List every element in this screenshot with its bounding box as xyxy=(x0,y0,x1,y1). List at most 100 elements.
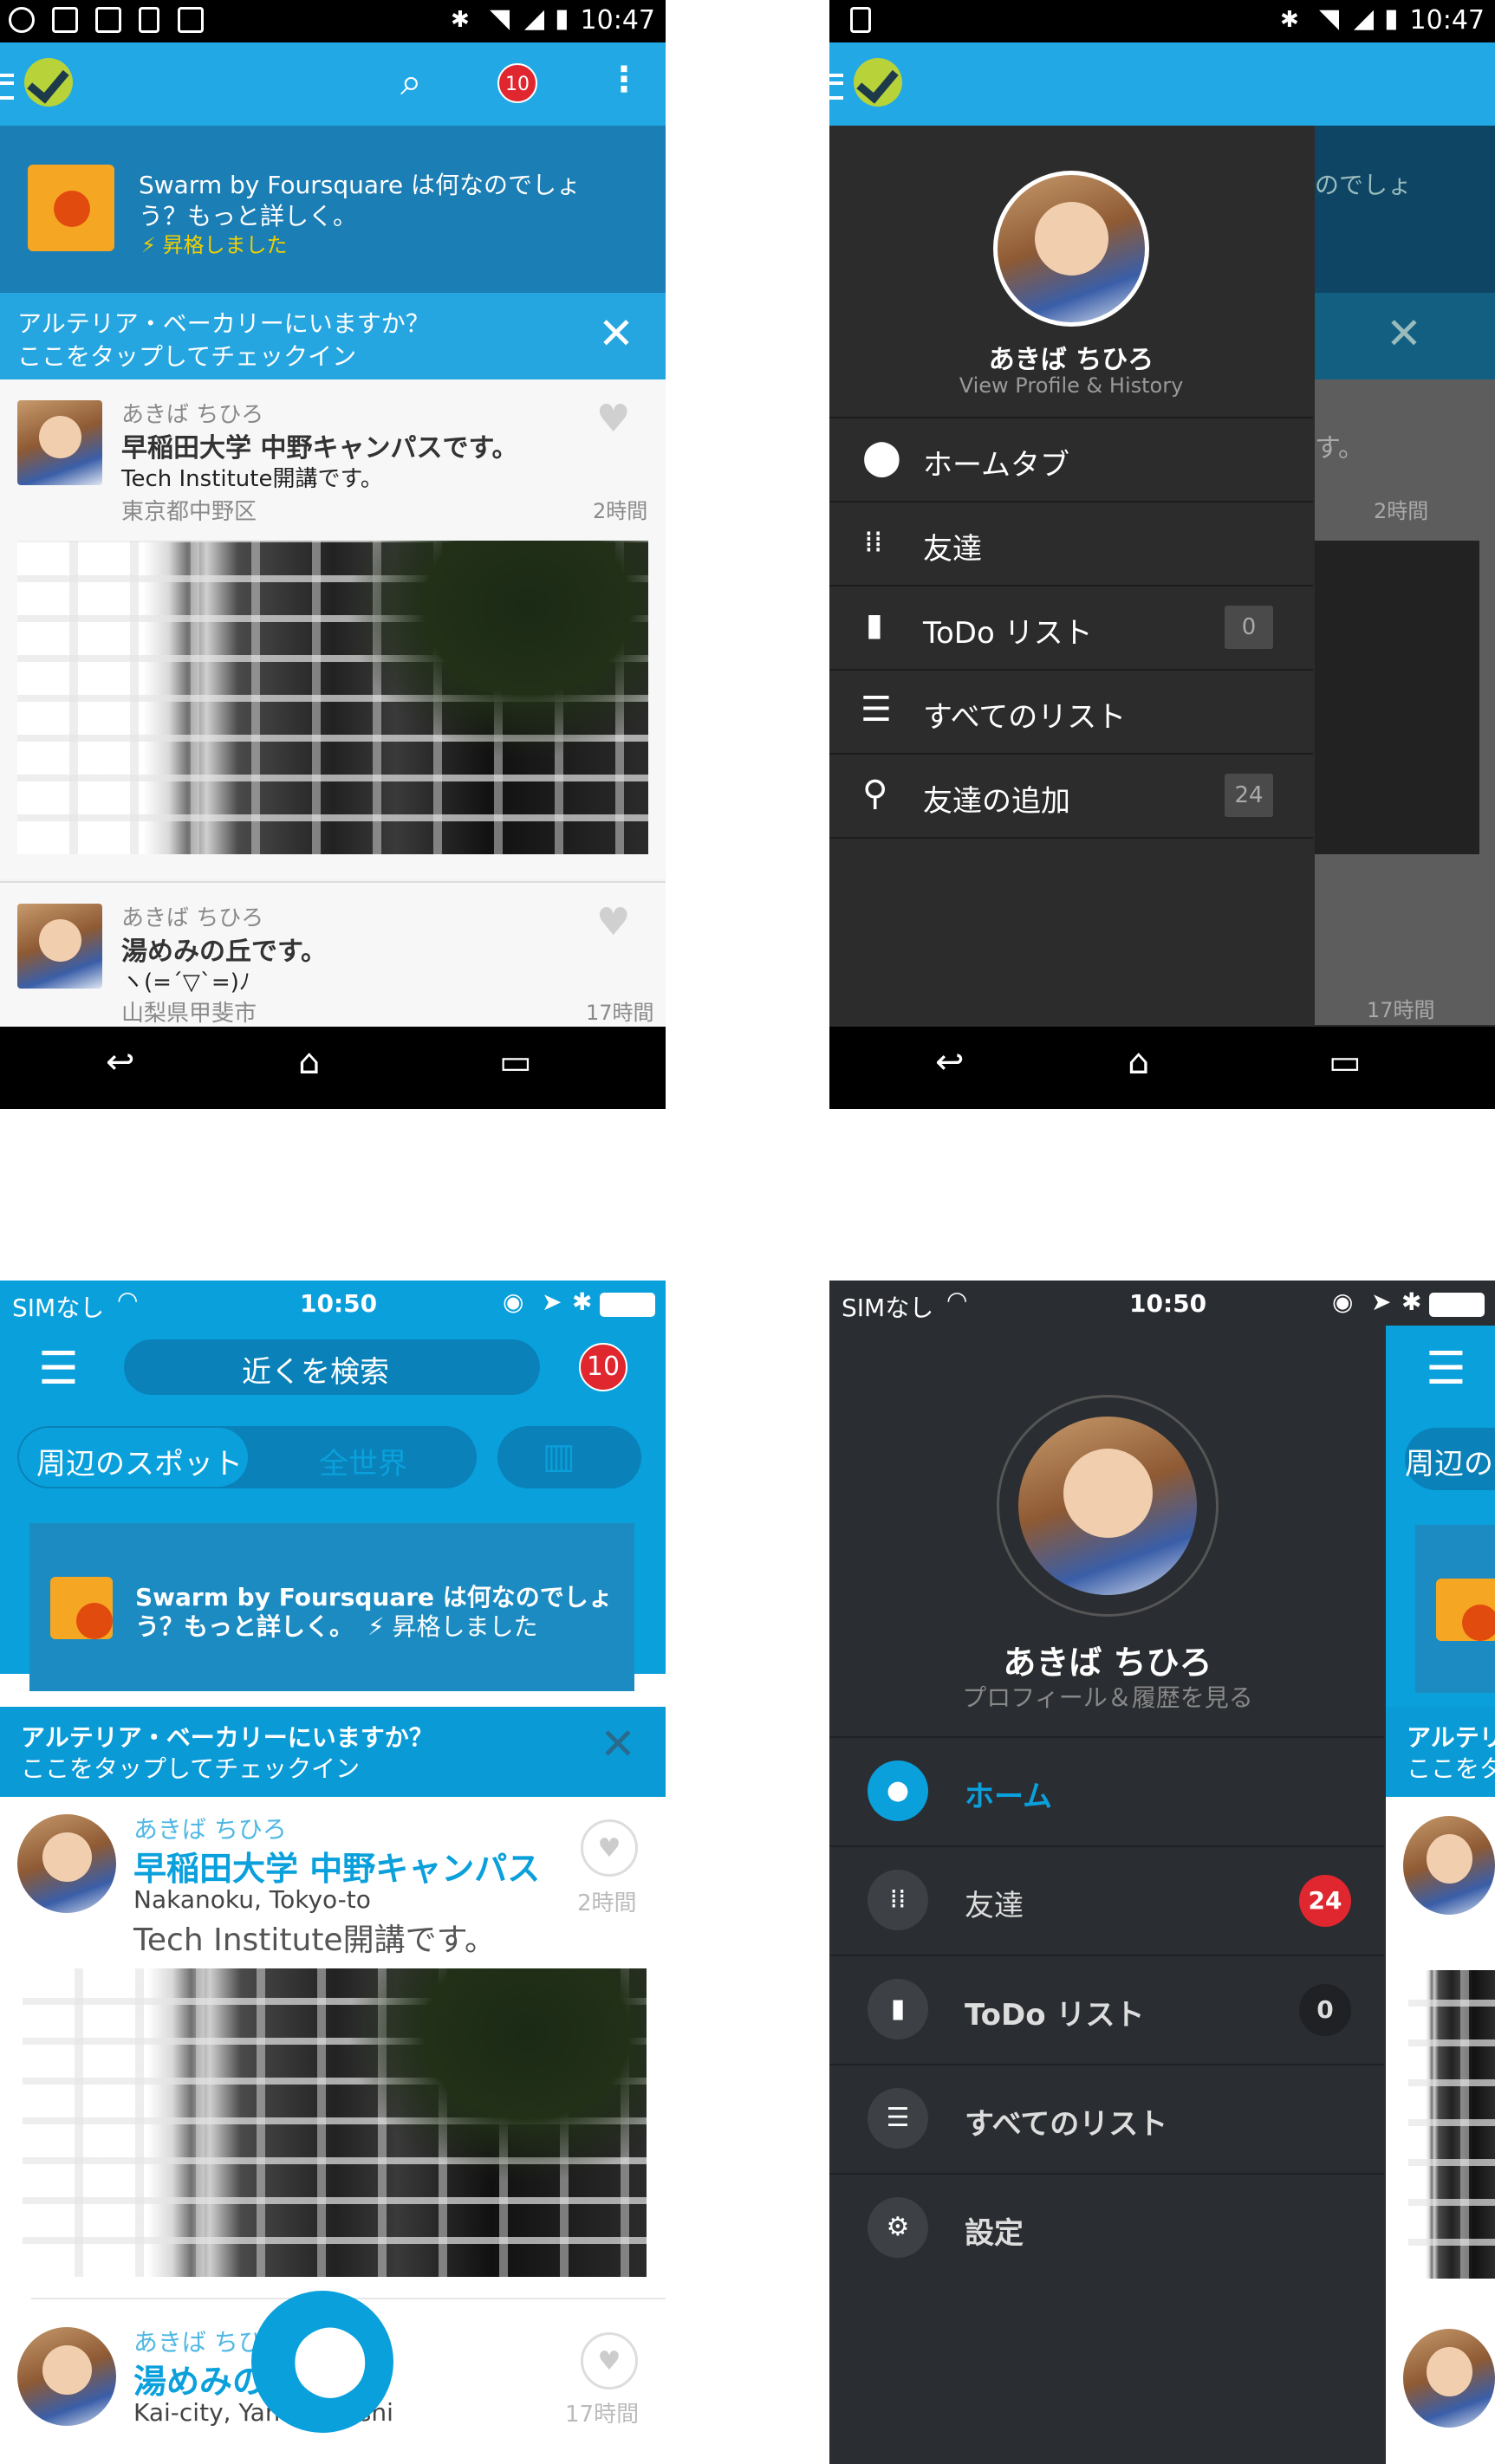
dimmed-feed-time: 2時間 xyxy=(1374,499,1429,523)
profile-name[interactable]: あきば ちひろ xyxy=(829,338,1313,376)
home-icon[interactable]: ⌂ xyxy=(1128,1042,1149,1082)
avatar[interactable] xyxy=(17,1814,116,1913)
peeking-banner xyxy=(1415,1525,1495,1693)
drawer-item-all-lists[interactable]: ☰ すべてのリスト xyxy=(829,671,1313,755)
notification-badge[interactable]: 10 xyxy=(497,63,537,103)
status-time: 10:47 xyxy=(1409,5,1485,36)
feed-place[interactable]: 早稲田大学 中野キャンパス xyxy=(133,1842,540,1890)
overflow-menu-icon[interactable]: ⋮ xyxy=(607,60,641,100)
avatar[interactable] xyxy=(17,904,102,989)
feed-user-name[interactable]: あきば ちひ xyxy=(133,2324,263,2358)
profile-name[interactable]: あきば ちひろ xyxy=(829,1636,1386,1683)
recents-icon[interactable]: ▭ xyxy=(499,1042,532,1082)
bookmark-icon: ▮ xyxy=(866,607,883,643)
drawer-item-friends[interactable]: ⁞⁞ 友達 24 xyxy=(829,1847,1384,1956)
feed-time: 17時間 xyxy=(565,2402,640,2428)
drawer-item-add-friends[interactable]: ⚲ 友達の追加 24 xyxy=(829,755,1313,839)
location-pin-icon: ⬤ xyxy=(862,438,901,477)
like-heart-icon[interactable]: ♥ xyxy=(596,397,630,441)
feed-user-name[interactable]: あきば ちひろ xyxy=(133,1811,287,1845)
lock-rotation-icon: ◉ xyxy=(1332,1287,1354,1316)
ios-feed-screen: SIMなし ◠ 10:50 ◉ ➤ ✱ ☰ 近くを検索 ⌕ 10 周辺のスポット… xyxy=(0,1281,666,2464)
drawer-item-friends[interactable]: ⁞⁞ 友達 xyxy=(829,503,1313,587)
like-heart-icon[interactable]: ♥ xyxy=(596,900,630,944)
menu-icon[interactable]: ☰ xyxy=(38,1343,79,1395)
friends-icon: ⁞⁞ xyxy=(864,525,883,560)
drawer-item-todo[interactable]: ▮ ToDo リスト 0 xyxy=(829,1956,1384,2065)
drawer-item-all-lists[interactable]: ☰ すべてのリスト xyxy=(829,2065,1384,2175)
drawer-item-home[interactable]: ⬤ ホームタブ xyxy=(829,418,1313,503)
swarm-icon xyxy=(50,1577,113,1639)
feed-item[interactable]: あきば ちひろ 湯めみの丘です。 ヽ(=´▽`=)ﾉ 山梨県甲斐市 17時間 ♥ xyxy=(0,881,666,1028)
peeking-checkin: アルテリ ここをタ xyxy=(1386,1707,1495,1797)
feed-user-name[interactable]: あきば ちひろ xyxy=(121,900,263,932)
tab-world[interactable]: 全世界 xyxy=(319,1440,407,1482)
swarm-subtitle: ⚡ 昇格しました xyxy=(141,233,288,257)
home-icon[interactable]: ⌂ xyxy=(298,1042,320,1082)
checkin-prompt[interactable]: アルテリア・ベーカリーにいますか？ ここをタップしてチェックイン ✕ xyxy=(0,1707,666,1797)
battery-icon: ▮ xyxy=(555,3,569,34)
checkin-line1: アルテリア・ベーカリーにいますか？ xyxy=(21,1723,433,1752)
map-button[interactable]: ▥ xyxy=(497,1426,641,1488)
close-icon[interactable]: ✕ xyxy=(598,308,634,359)
status-time: 10:50 xyxy=(1129,1289,1207,1318)
drawer-item-label: ホーム xyxy=(965,1780,1052,1814)
feed-place[interactable]: 湯めみの xyxy=(133,2355,265,2402)
feed-place[interactable]: 早稲田大学 中野キャンパスです。 xyxy=(121,426,517,464)
drawer-item-todo[interactable]: ▮ ToDo リスト 0 xyxy=(829,587,1313,671)
status-time: 10:50 xyxy=(300,1289,378,1318)
swarm-icon xyxy=(28,165,114,251)
drawer-item-label: すべてのリスト xyxy=(965,2107,1168,2142)
signal-icon: ◢ xyxy=(1354,3,1375,34)
android-nav-bar: ↩ ⌂ ▭ xyxy=(0,1027,666,1109)
close-icon[interactable]: ✕ xyxy=(600,1719,636,1769)
like-heart-icon[interactable]: ♥ xyxy=(581,1819,638,1877)
location-arrow-icon: ➤ xyxy=(1371,1287,1392,1316)
swarm-banner[interactable]: Swarm by Foursquare は何なのでしょ う？もっと詳しく。 ⚡ … xyxy=(29,1523,634,1691)
avatar[interactable] xyxy=(17,2327,116,2426)
swarm-banner[interactable]: Swarm by Foursquare は何なのでしょ う？もっと詳しく。 ⚡ … xyxy=(0,126,666,293)
feed-location: 東京都中野区 xyxy=(121,499,257,525)
peeking-checkin-line1: アルテリ xyxy=(1407,1723,1495,1752)
profile-avatar[interactable] xyxy=(993,171,1149,327)
feed-time: 2時間 xyxy=(593,499,648,523)
status-bar: SIMなし ◠ 10:50 ◉ ➤ ✱ xyxy=(0,1281,666,1326)
avatar[interactable] xyxy=(17,400,102,485)
search-input[interactable]: 近くを検索 ⌕ xyxy=(124,1339,540,1395)
peeking-photo xyxy=(1408,1970,1495,2279)
carrier: SIMなし xyxy=(842,1294,934,1322)
search-icon[interactable]: ⌕ xyxy=(400,60,422,104)
drawer-item-home[interactable]: ● ホーム xyxy=(829,1738,1384,1847)
feed-item[interactable]: あきば ちひろ 早稲田大学 中野キャンパスです。 Tech Institute開… xyxy=(0,379,666,879)
status-bar: SIMなし ◠ 10:50 ◉ ➤ ✱ xyxy=(829,1281,1495,1326)
menu-icon[interactable] xyxy=(829,74,843,100)
back-icon[interactable]: ↩ xyxy=(935,1042,965,1082)
swarm-title-line2: う？もっと詳しく。 xyxy=(139,202,358,230)
feed-comment: Tech Institute開講です。 xyxy=(121,466,383,492)
menu-icon[interactable]: ☰ xyxy=(1426,1343,1466,1395)
checkin-photo[interactable] xyxy=(23,1968,647,2277)
notification-badge[interactable]: 10 xyxy=(579,1343,627,1391)
foursquare-logo-icon[interactable] xyxy=(24,58,73,107)
view-profile-link[interactable]: View Profile & History xyxy=(829,373,1313,398)
like-heart-icon[interactable]: ♥ xyxy=(581,2332,638,2389)
foursquare-logo-icon[interactable] xyxy=(854,58,902,107)
location-pin-icon: ⬤ xyxy=(291,2317,369,2397)
bluetooth-icon: ✱ xyxy=(1280,7,1299,33)
checkin-fab[interactable]: ⬤ xyxy=(251,2291,393,2433)
gallery-icon xyxy=(52,7,78,33)
checkin-photo[interactable] xyxy=(17,541,648,854)
view-profile-link[interactable]: プロフィール＆履歴を見る xyxy=(829,1679,1386,1714)
tab-nearby[interactable]: 周辺のスポット xyxy=(19,1428,248,1487)
feed-user-name[interactable]: あきば ちひろ xyxy=(121,397,263,429)
checkin-prompt[interactable]: アルテリア・ベーカリーにいますか？ ここをタップしてチェックイン ✕ xyxy=(0,293,666,379)
drawer-item-label: 設定 xyxy=(965,2216,1024,2251)
drawer-item-settings[interactable]: ⚙ 設定 xyxy=(829,2175,1384,2282)
feed-place[interactable]: 湯めみの丘です。 xyxy=(121,930,327,968)
drawer-item-label: ホームタブ xyxy=(923,448,1069,483)
menu-icon[interactable] xyxy=(0,74,14,100)
back-icon[interactable]: ↩ xyxy=(106,1042,135,1082)
recents-icon[interactable]: ▭ xyxy=(1329,1042,1362,1082)
profile-avatar[interactable] xyxy=(1018,1417,1197,1595)
lock-rotation-icon: ◉ xyxy=(503,1287,524,1316)
